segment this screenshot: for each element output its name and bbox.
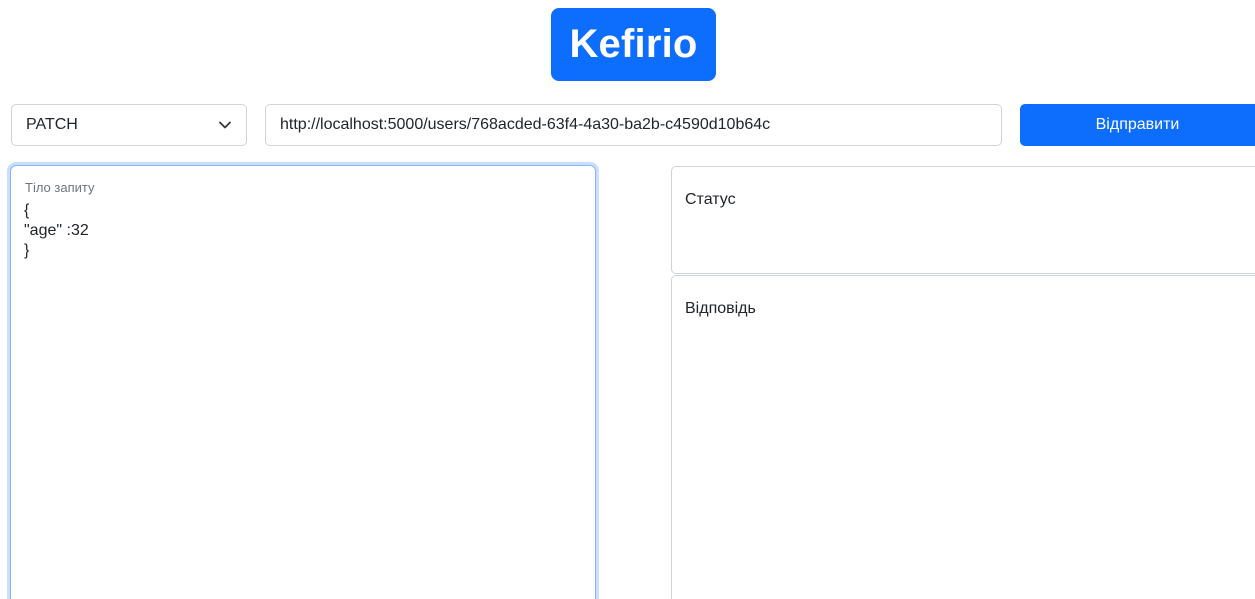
response-panel: Відповідь — [671, 275, 1255, 599]
response-label: Відповідь — [685, 300, 756, 317]
app-logo: Kefirio — [551, 8, 716, 81]
status-label: Статус — [685, 191, 736, 208]
method-select-value: PATCH — [26, 116, 78, 133]
url-input[interactable] — [265, 104, 1002, 146]
method-select[interactable]: PATCH — [11, 104, 247, 146]
send-button[interactable]: Відправити — [1020, 104, 1255, 146]
request-body-textarea[interactable]: { "age" :32 } — [24, 201, 584, 591]
request-body-label: Тіло запиту — [25, 180, 95, 195]
chevron-down-icon — [218, 118, 232, 132]
status-panel: Статус — [671, 166, 1255, 274]
request-body-panel: Тіло запиту { "age" :32 } — [10, 165, 596, 599]
